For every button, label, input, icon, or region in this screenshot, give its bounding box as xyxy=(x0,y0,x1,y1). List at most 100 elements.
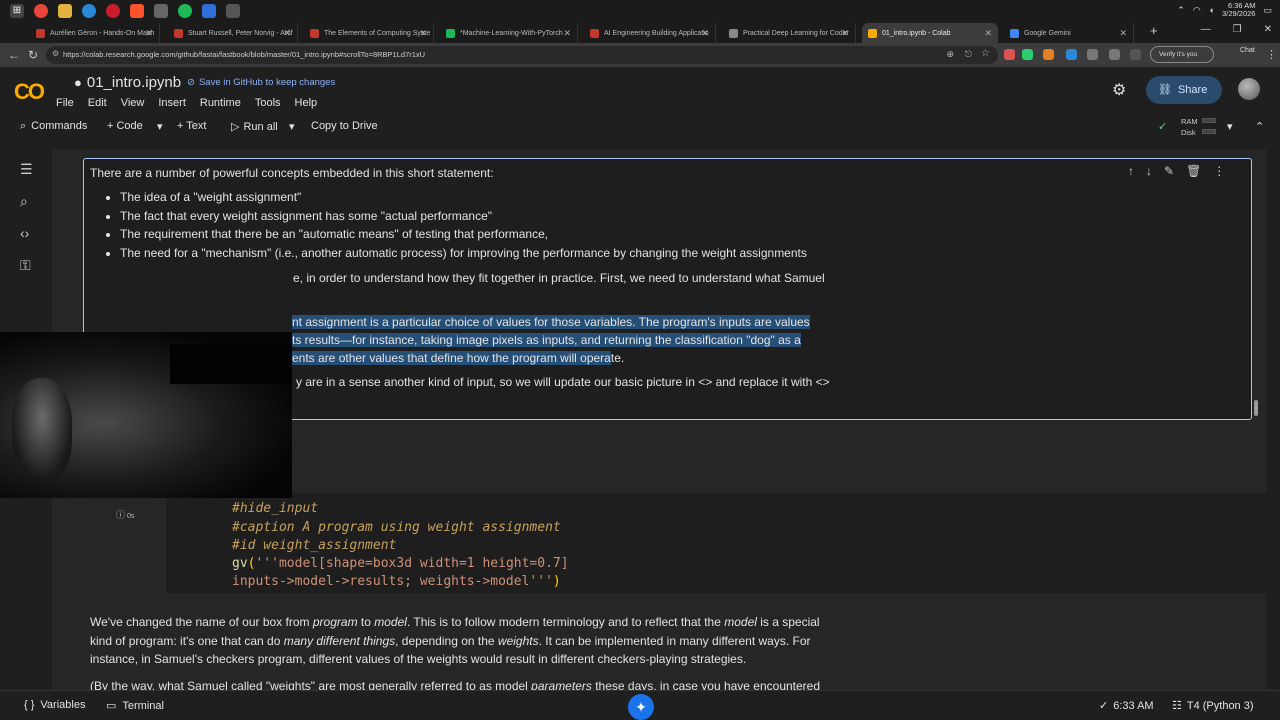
list-item: The idea of a "weight assignment" xyxy=(120,190,807,209)
delete-icon[interactable]: 🗑 xyxy=(1186,164,1201,178)
run-dropdown-icon[interactable]: ▾ xyxy=(289,120,295,133)
run-status[interactable]: ⓘ 0s xyxy=(116,508,134,521)
chat-button[interactable]: Chat xyxy=(1240,47,1255,54)
settings-gear-icon[interactable]: ⚙ xyxy=(1112,80,1126,100)
browser-tab[interactable]: Practical Deep Learning for Coder ✕ xyxy=(723,23,856,43)
volume-icon[interactable]: ◖ xyxy=(1209,5,1214,15)
extension-icon[interactable] xyxy=(1004,49,1015,60)
address-bar[interactable]: ⚙ https://colab.research.google.com/gith… xyxy=(46,46,998,64)
browser-tab[interactable]: AI Engineering Building Applicatio ✕ xyxy=(584,23,716,43)
table-of-contents-icon[interactable]: ☰ xyxy=(20,161,33,178)
add-code-button[interactable]: + Code xyxy=(107,120,143,132)
browser-tab[interactable]: *Machine-Learning-With-PyTorch ✕ xyxy=(440,23,578,43)
notification-icon[interactable]: ▭ xyxy=(1263,5,1272,16)
maximize-icon[interactable]: ❐ xyxy=(1233,24,1242,35)
close-tab-icon[interactable]: ✕ xyxy=(841,28,849,39)
close-tab-icon[interactable]: ✕ xyxy=(984,28,992,39)
text-segment: instance, in Samuel's checkers program, … xyxy=(90,652,747,666)
brave-icon[interactable] xyxy=(130,3,144,18)
copy-to-drive-button[interactable]: Copy to Drive xyxy=(311,120,378,132)
browser-menu-icon[interactable]: ⋮ xyxy=(1266,48,1277,61)
bookmark-star-icon[interactable]: ☆ xyxy=(981,48,990,59)
browser-tab[interactable]: Stuart Russell, Peter Norvig - Artif ✕ xyxy=(168,23,298,43)
terminal-button[interactable]: ▭ Terminal xyxy=(106,699,164,712)
notebook-title[interactable]: ● 01_intro.ipynb xyxy=(74,74,181,91)
execution-status[interactable]: ✓ 6:33 AM xyxy=(1099,699,1154,712)
edit-pencil-icon[interactable]: ✎ xyxy=(1164,164,1174,178)
extension-puzzle-icon[interactable] xyxy=(1109,49,1120,60)
verify-button[interactable]: Verify it's you xyxy=(1150,46,1214,63)
extension-icon[interactable] xyxy=(1043,49,1054,60)
os-clock[interactable]: 6:36 AM 3/29/2026 xyxy=(1222,2,1255,18)
save-github-link[interactable]: ⊘ Save in GitHub to keep changes xyxy=(187,77,335,88)
find-icon[interactable]: ⌕ xyxy=(20,193,28,210)
code-editor[interactable]: #hide_input #caption A program using wei… xyxy=(166,493,1266,593)
colab-logo[interactable]: CO xyxy=(14,79,45,105)
close-tab-icon[interactable]: ✕ xyxy=(145,28,153,39)
avatar[interactable] xyxy=(1238,78,1260,100)
close-tab-icon[interactable]: ✕ xyxy=(419,28,427,39)
new-tab-icon[interactable]: + xyxy=(1150,23,1158,38)
menu-item-tools[interactable]: Tools xyxy=(255,97,281,109)
tab-favicon-icon xyxy=(446,28,455,38)
wifi-icon[interactable]: ◠ xyxy=(1193,5,1201,16)
site-info-icon[interactable]: ⚙ xyxy=(52,49,59,58)
share-page-icon[interactable]: ⎋ xyxy=(965,49,972,60)
menu-item-runtime[interactable]: Runtime xyxy=(200,97,241,109)
collapse-header-icon[interactable]: ⌃ xyxy=(1255,120,1264,133)
close-window-icon[interactable]: ✕ xyxy=(1264,24,1272,35)
menu-item-file[interactable]: File xyxy=(56,97,74,109)
extension-icon[interactable] xyxy=(1130,49,1141,60)
move-down-icon[interactable]: ↓ xyxy=(1146,164,1152,178)
folder-icon[interactable] xyxy=(58,3,72,18)
move-up-icon[interactable]: ↑ xyxy=(1128,164,1134,178)
disk-label: Disk xyxy=(1181,128,1196,137)
media-icon[interactable] xyxy=(154,3,168,18)
back-icon[interactable]: ← xyxy=(8,48,20,62)
browser-tab[interactable]: Google Gemini ✕ xyxy=(1004,23,1134,43)
runtime-dropdown-icon[interactable]: ▾ xyxy=(1227,120,1233,133)
code-cell[interactable]: ⓘ 0s #hide_input #caption A program using… xyxy=(110,493,1266,593)
menu-item-insert[interactable]: Insert xyxy=(158,97,186,109)
resource-monitor[interactable]: RAM Disk xyxy=(1181,116,1198,138)
menu-item-view[interactable]: View xyxy=(121,97,145,109)
notebook-scrollbar[interactable] xyxy=(1254,400,1258,416)
edge-icon[interactable] xyxy=(82,3,96,18)
close-tab-icon[interactable]: ✕ xyxy=(701,28,709,39)
minimize-icon[interactable]: — xyxy=(1201,24,1211,35)
system-tray: ⌃ ◠ ◖ 6:36 AM 3/29/2026 ▭ xyxy=(1177,2,1272,18)
add-text-button[interactable]: + Text xyxy=(177,120,206,132)
browser-tab[interactable]: The Elements of Computing Syste ✕ xyxy=(304,23,434,43)
spotify-icon[interactable] xyxy=(178,3,192,18)
text-tail: te. xyxy=(610,351,625,365)
share-button[interactable]: ⛓ Share xyxy=(1146,76,1222,104)
browser-tab[interactable]: 01_intro.ipynb - Colab ✕ xyxy=(862,23,998,43)
verify-label: Verify it's you xyxy=(1159,51,1198,58)
code-snippets-icon[interactable]: ‹› xyxy=(20,225,29,241)
extension-icon[interactable] xyxy=(1066,49,1077,60)
chrome-icon[interactable] xyxy=(34,3,48,18)
extension-icon[interactable] xyxy=(1087,49,1098,60)
gemini-button[interactable]: ✦ xyxy=(628,694,654,720)
zoom-icon[interactable]: ⊕ xyxy=(946,49,954,60)
start-icon[interactable]: ⊞ xyxy=(10,3,24,18)
menu-item-edit[interactable]: Edit xyxy=(88,97,107,109)
more-options-icon[interactable]: ⋮ xyxy=(1213,164,1225,178)
chevron-up-icon[interactable]: ⌃ xyxy=(1177,5,1185,16)
secrets-icon[interactable]: ⚿ xyxy=(20,257,31,274)
menu-item-help[interactable]: Help xyxy=(295,97,318,109)
opera-icon[interactable] xyxy=(106,3,120,18)
code-icon[interactable] xyxy=(226,3,240,18)
runtime-indicator[interactable]: ☷ T4 (Python 3) xyxy=(1172,699,1254,712)
close-tab-icon[interactable]: ✕ xyxy=(283,28,291,39)
extension-shield-icon[interactable] xyxy=(1022,49,1033,60)
reload-icon[interactable]: ↻ xyxy=(28,48,38,62)
close-tab-icon[interactable]: ✕ xyxy=(1119,28,1127,39)
close-tab-icon[interactable]: ✕ xyxy=(563,28,571,39)
browser-tab[interactable]: Aurélien Géron - Hands-On Mach ✕ xyxy=(30,23,160,43)
code-dropdown-icon[interactable]: ▾ xyxy=(157,120,163,133)
variables-button[interactable]: { } Variables xyxy=(24,699,85,711)
commands-button[interactable]: ⌕ Commands xyxy=(20,120,87,133)
run-all-button[interactable]: ▷ Run all xyxy=(231,120,278,133)
app-icon[interactable] xyxy=(202,3,216,18)
